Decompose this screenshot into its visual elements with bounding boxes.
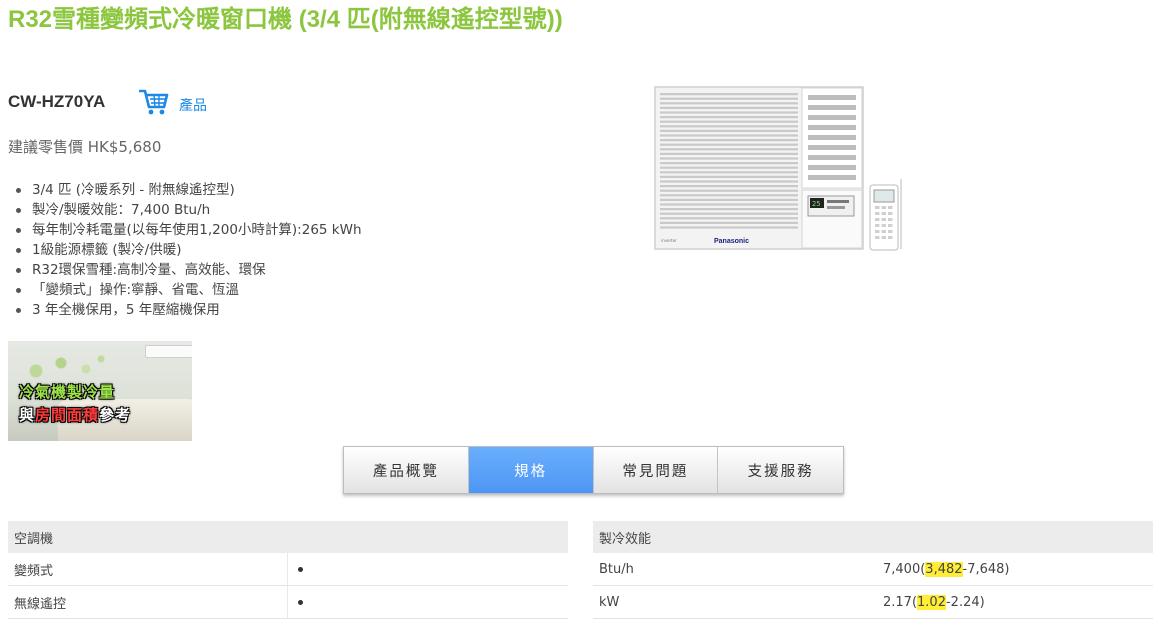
value-prefix: 7,400( <box>883 561 926 577</box>
tab-specifications[interactable]: 規格 <box>468 447 594 493</box>
feature-item: 1級能源標籤 (製冷/供暖) <box>14 240 362 260</box>
tab-faq[interactable]: 常見問題 <box>593 447 719 493</box>
spec-value: 7,400(3,482-7,648) <box>877 553 1153 586</box>
spec-label: 變頻式 <box>8 553 288 586</box>
check-dot-icon <box>298 599 303 605</box>
table-row: 變頻式 <box>8 553 568 586</box>
tab-overview[interactable]: 產品概覽 <box>344 447 469 493</box>
product-title: R32雪種變頻式冷暖窗口機 (3/4 匹(附無線遙控型號)) <box>8 6 563 33</box>
panasonic-logo: Panasonic <box>714 238 749 245</box>
spec-label: Btu/h <box>593 553 877 586</box>
wall-ac-illustration <box>145 345 192 358</box>
value-suffix: -7,648) <box>962 561 1010 577</box>
banner-line-1: 冷氣機製冷量 <box>19 383 116 401</box>
inverter-mark: inverter <box>661 238 677 243</box>
feature-list: 3/4 匹 (冷暖系列 - 附無線遙控型) 製冷/製暖效能：7,400 Btu/… <box>14 180 362 320</box>
value-suffix: -2.24) <box>945 594 985 610</box>
product-image: 25 Panasonic inverter <box>654 86 902 251</box>
check-dot-icon <box>298 566 303 572</box>
feature-item: 「變頻式」操作:寧靜、省電、恆溫 <box>14 280 362 300</box>
feature-item: 3/4 匹 (冷暖系列 - 附無線遙控型) <box>14 180 362 200</box>
value-prefix: 2.17( <box>883 594 918 610</box>
feature-item: R32環保雪種:高制冷量、高效能、環保 <box>14 260 362 280</box>
spec-label: 無線遙控 <box>8 585 288 619</box>
window-ac-unit: 25 Panasonic inverter <box>654 86 864 250</box>
feature-item: 3 年全機保用，5 年壓縮機保用 <box>14 300 362 320</box>
banner-prefix: 與 <box>19 406 36 424</box>
product-tabs: 產品概覽 規格 常見問題 支援服務 <box>343 446 844 494</box>
spec-header: 製冷效能 <box>599 531 652 547</box>
table-row: 無線遙控 <box>8 585 568 619</box>
shopping-cart-icon[interactable] <box>139 88 169 116</box>
spec-value: 2.17(1.02-2.24) <box>877 585 1153 619</box>
tab-support[interactable]: 支援服務 <box>718 447 843 493</box>
banner-suffix: 參考 <box>99 406 132 424</box>
banner-highlight: 房間面積 <box>35 406 100 424</box>
spec-header: 空調機 <box>14 531 54 547</box>
table-row: Btu/h 7,400(3,482-7,648) <box>593 553 1153 586</box>
spec-table-air-conditioner: 空調機 變頻式 無線遙控 <box>8 521 568 619</box>
feature-item: 製冷/製暖效能：7,400 Btu/h <box>14 200 362 220</box>
spec-value <box>287 585 568 619</box>
feature-item: 每年制冷耗電量(以每年使用1,200小時計算):265 kWh <box>14 220 362 240</box>
spec-table-cooling-capacity: 製冷效能 Btu/h 7,400(3,482-7,648) kW 2.17(1.… <box>593 521 1153 619</box>
spec-value <box>287 553 568 586</box>
table-row: kW 2.17(1.02-2.24) <box>593 585 1153 619</box>
model-number: CW-HZ70YA <box>8 92 106 111</box>
display-temperature: 25 <box>812 200 820 208</box>
value-highlight: 1.02 <box>917 594 946 610</box>
cart-product-link[interactable]: 產品 <box>179 95 207 115</box>
banner-line-2: 與房間面積參考 <box>19 404 131 425</box>
spec-label: kW <box>593 585 877 619</box>
retail-price: 建議零售價 HK$5,680 <box>8 138 162 156</box>
remote-control <box>869 179 902 251</box>
cooling-capacity-guide-banner[interactable]: 冷氣機製冷量 與房間面積參考 <box>8 341 192 441</box>
value-highlight: 3,482 <box>925 561 963 577</box>
